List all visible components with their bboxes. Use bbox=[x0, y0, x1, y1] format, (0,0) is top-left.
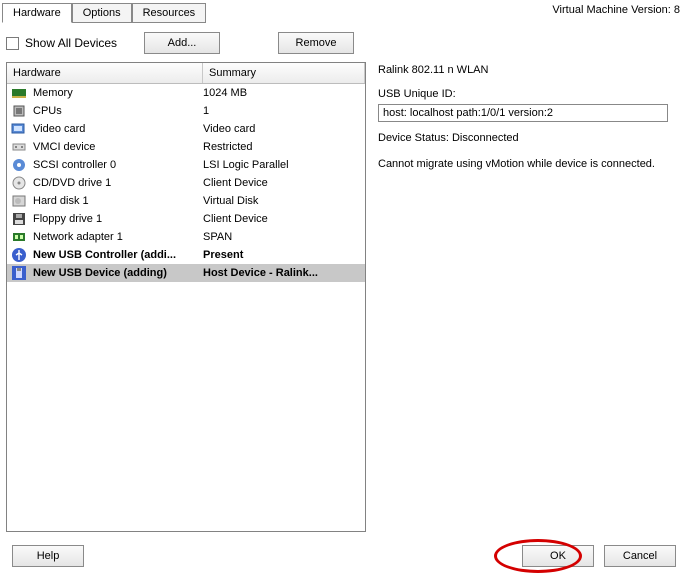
hardware-name: New USB Device (adding) bbox=[33, 267, 203, 279]
hardware-summary: 1 bbox=[203, 105, 365, 117]
usb-ctrl-icon bbox=[11, 247, 27, 263]
bottom-bar: Help OK Cancel bbox=[0, 535, 688, 577]
hardware-list[interactable]: Hardware Summary Memory1024 MBCPUs1Video… bbox=[6, 62, 366, 532]
migrate-warning: Cannot migrate using vMotion while devic… bbox=[378, 158, 678, 170]
hardware-panel: Hardware Summary Memory1024 MBCPUs1Video… bbox=[6, 62, 366, 532]
hardware-name: CPUs bbox=[33, 105, 203, 117]
hardware-summary: 1024 MB bbox=[203, 87, 365, 99]
usb-id-label: USB Unique ID: bbox=[378, 88, 678, 100]
hardware-name: VMCI device bbox=[33, 141, 203, 153]
hardware-name: Hard disk 1 bbox=[33, 195, 203, 207]
cd-icon bbox=[11, 175, 27, 191]
table-row[interactable]: New USB Device (adding)Host Device - Ral… bbox=[7, 264, 365, 282]
nic-icon bbox=[11, 229, 27, 245]
cpu-icon bbox=[11, 103, 27, 119]
hardware-summary: Video card bbox=[203, 123, 365, 135]
usb-id-value: host: localhost path:1/0/1 version:2 bbox=[378, 104, 668, 122]
hardware-name: Network adapter 1 bbox=[33, 231, 203, 243]
disk-icon bbox=[11, 193, 27, 209]
show-all-label: Show All Devices bbox=[25, 36, 117, 50]
vm-version-label: Virtual Machine Version: 8 bbox=[552, 4, 680, 16]
header-hardware[interactable]: Hardware bbox=[7, 63, 203, 83]
ok-button[interactable]: OK bbox=[522, 545, 594, 567]
hardware-summary: Virtual Disk bbox=[203, 195, 365, 207]
memory-icon bbox=[11, 85, 27, 101]
device-title: Ralink 802.11 n WLAN bbox=[378, 64, 678, 76]
table-row[interactable]: CD/DVD drive 1Client Device bbox=[7, 174, 365, 192]
help-button[interactable]: Help bbox=[12, 545, 84, 567]
checkbox-box[interactable] bbox=[6, 37, 19, 50]
table-row[interactable]: Memory1024 MB bbox=[7, 84, 365, 102]
table-row[interactable]: Network adapter 1SPAN bbox=[7, 228, 365, 246]
hardware-summary: Restricted bbox=[203, 141, 365, 153]
hardware-list-body[interactable]: Memory1024 MBCPUs1Video cardVideo cardVM… bbox=[7, 84, 365, 531]
header-summary[interactable]: Summary bbox=[203, 63, 365, 83]
video-icon bbox=[11, 121, 27, 137]
table-row[interactable]: VMCI deviceRestricted bbox=[7, 138, 365, 156]
table-row[interactable]: SCSI controller 0LSI Logic Parallel bbox=[7, 156, 365, 174]
hardware-summary: LSI Logic Parallel bbox=[203, 159, 365, 171]
table-row[interactable]: Floppy drive 1Client Device bbox=[7, 210, 365, 228]
tab-hardware[interactable]: Hardware bbox=[2, 3, 72, 23]
remove-button[interactable]: Remove bbox=[278, 32, 354, 54]
top-controls: Show All Devices Add... Remove bbox=[0, 22, 688, 62]
details-panel: Ralink 802.11 n WLAN USB Unique ID: host… bbox=[374, 62, 682, 532]
tab-resources[interactable]: Resources bbox=[132, 3, 207, 23]
table-row[interactable]: CPUs1 bbox=[7, 102, 365, 120]
usb-dev-icon bbox=[11, 265, 27, 281]
cancel-button[interactable]: Cancel bbox=[604, 545, 676, 567]
hardware-name: Memory bbox=[33, 87, 203, 99]
floppy-icon bbox=[11, 211, 27, 227]
hardware-name: New USB Controller (addi... bbox=[33, 249, 203, 261]
hardware-summary: Client Device bbox=[203, 213, 365, 225]
hardware-list-header: Hardware Summary bbox=[7, 63, 365, 84]
tab-row: Hardware Options Resources Virtual Machi… bbox=[0, 0, 688, 22]
show-all-devices-checkbox[interactable]: Show All Devices bbox=[6, 36, 117, 50]
table-row[interactable]: Hard disk 1Virtual Disk bbox=[7, 192, 365, 210]
hardware-summary: Present bbox=[203, 249, 365, 261]
hardware-summary: Client Device bbox=[203, 177, 365, 189]
scsi-icon bbox=[11, 157, 27, 173]
device-status: Device Status: Disconnected bbox=[378, 132, 678, 144]
hardware-summary: Host Device - Ralink... bbox=[203, 267, 365, 279]
tab-options[interactable]: Options bbox=[72, 3, 132, 23]
vmci-icon bbox=[11, 139, 27, 155]
hardware-name: Video card bbox=[33, 123, 203, 135]
table-row[interactable]: Video cardVideo card bbox=[7, 120, 365, 138]
add-button[interactable]: Add... bbox=[144, 32, 220, 54]
hardware-summary: SPAN bbox=[203, 231, 365, 243]
hardware-name: CD/DVD drive 1 bbox=[33, 177, 203, 189]
hardware-name: Floppy drive 1 bbox=[33, 213, 203, 225]
hardware-name: SCSI controller 0 bbox=[33, 159, 203, 171]
table-row[interactable]: New USB Controller (addi...Present bbox=[7, 246, 365, 264]
main-area: Hardware Summary Memory1024 MBCPUs1Video… bbox=[0, 62, 688, 532]
